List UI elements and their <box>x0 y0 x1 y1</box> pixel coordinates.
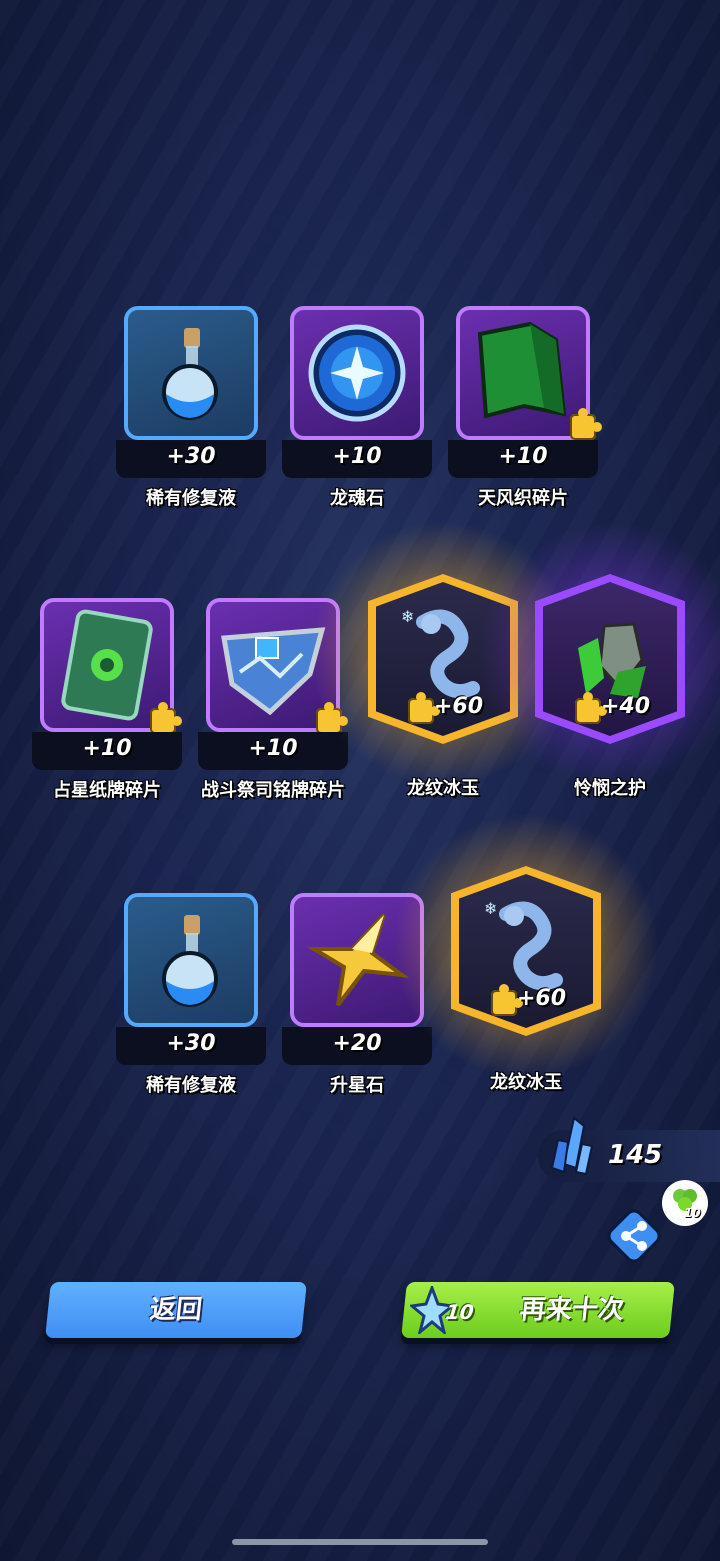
reward-quantity: +30 <box>166 1031 216 1056</box>
currency-panel: 145 <box>538 1116 720 1182</box>
reward-card-frame <box>290 893 424 1027</box>
reward-name: 龙纹冰玉 <box>490 1072 562 1093</box>
svg-text:❄: ❄ <box>401 607 414 626</box>
fragment-icon <box>408 692 440 724</box>
reward-quantity: +10 <box>498 444 548 469</box>
reward-item-dragon-ice-jade-2[interactable]: ❄ +60 龙纹冰玉 <box>391 806 661 1093</box>
gold-star-icon <box>306 913 410 1007</box>
back-button[interactable]: 返回 <box>45 1282 307 1338</box>
fragment-icon <box>570 408 602 440</box>
reward-item-battle-priest-badge-fragment[interactable]: +10 战斗祭司铭牌碎片 <box>198 598 348 801</box>
currency-value: 145 <box>608 1140 663 1170</box>
reward-quantity: +60 <box>434 694 484 719</box>
reward-card-frame <box>124 893 258 1027</box>
draw-cost: 10 <box>444 1300 475 1324</box>
reward-name: 天风织碎片 <box>478 488 568 509</box>
fragment-icon <box>491 984 523 1016</box>
reward-quantity: +60 <box>517 986 567 1011</box>
reward-quantity: +10 <box>248 736 298 761</box>
reward-name: 稀有修复液 <box>146 1075 236 1096</box>
reward-card-frame <box>124 306 258 440</box>
potion-icon <box>162 915 218 1007</box>
reward-name: 占星纸牌碎片 <box>53 780 161 801</box>
reward-quantity: +30 <box>166 444 216 469</box>
home-indicator <box>232 1539 488 1545</box>
reward-item-astrology-card-fragment[interactable]: +10 占星纸牌碎片 <box>32 598 182 801</box>
reward-quantity: +40 <box>601 694 651 719</box>
soul-orb-icon <box>308 324 406 422</box>
share-button[interactable] <box>604 1206 664 1266</box>
reward-item-rare-repair-fluid[interactable]: +30 稀有修复液 <box>116 306 266 509</box>
reward-name: 战斗祭司铭牌碎片 <box>201 780 345 801</box>
reward-item-dragon-ice-jade[interactable]: ❄ +60 龙纹冰玉 <box>308 514 578 799</box>
blue-crystal-icon <box>550 1116 594 1176</box>
reward-item-star-up-stone[interactable]: +20 升星石 <box>282 893 432 1096</box>
fragment-icon <box>575 692 607 724</box>
reward-quantity: +20 <box>332 1031 382 1056</box>
reward-name: 稀有修复液 <box>146 488 236 509</box>
fragment-icon <box>150 702 182 734</box>
reward-item-rare-repair-fluid-2[interactable]: +30 稀有修复液 <box>116 893 266 1096</box>
reward-quantity: +10 <box>82 736 132 761</box>
reward-name: 龙魂石 <box>330 488 384 509</box>
reward-name: 龙纹冰玉 <box>407 778 479 799</box>
potion-icon <box>162 328 218 420</box>
reward-quantity: +10 <box>332 444 382 469</box>
cape-icon <box>477 321 567 419</box>
svg-text:❄: ❄ <box>484 899 497 918</box>
reward-name: 怜悯之护 <box>574 778 646 799</box>
reward-name: 升星石 <box>330 1075 384 1096</box>
draw-ten-again-button[interactable]: 10 再来十次 <box>401 1282 675 1338</box>
reward-item-dragon-soul-stone[interactable]: +10 龙魂石 <box>282 306 432 509</box>
share-icon <box>607 1209 661 1263</box>
draw-ten-again-label: 再来十次 <box>518 1295 626 1325</box>
reward-card-frame <box>290 306 424 440</box>
share-reward-bubble: 10 <box>662 1180 708 1226</box>
reward-item-mercy-guard[interactable]: +40 怜悯之护 <box>475 514 720 799</box>
fragment-icon <box>316 702 348 734</box>
reward-item-wind-cape-fragment[interactable]: +10 天风织碎片 <box>448 306 602 509</box>
back-button-label: 返回 <box>148 1295 204 1325</box>
share-reward-count: 10 <box>684 1206 701 1220</box>
